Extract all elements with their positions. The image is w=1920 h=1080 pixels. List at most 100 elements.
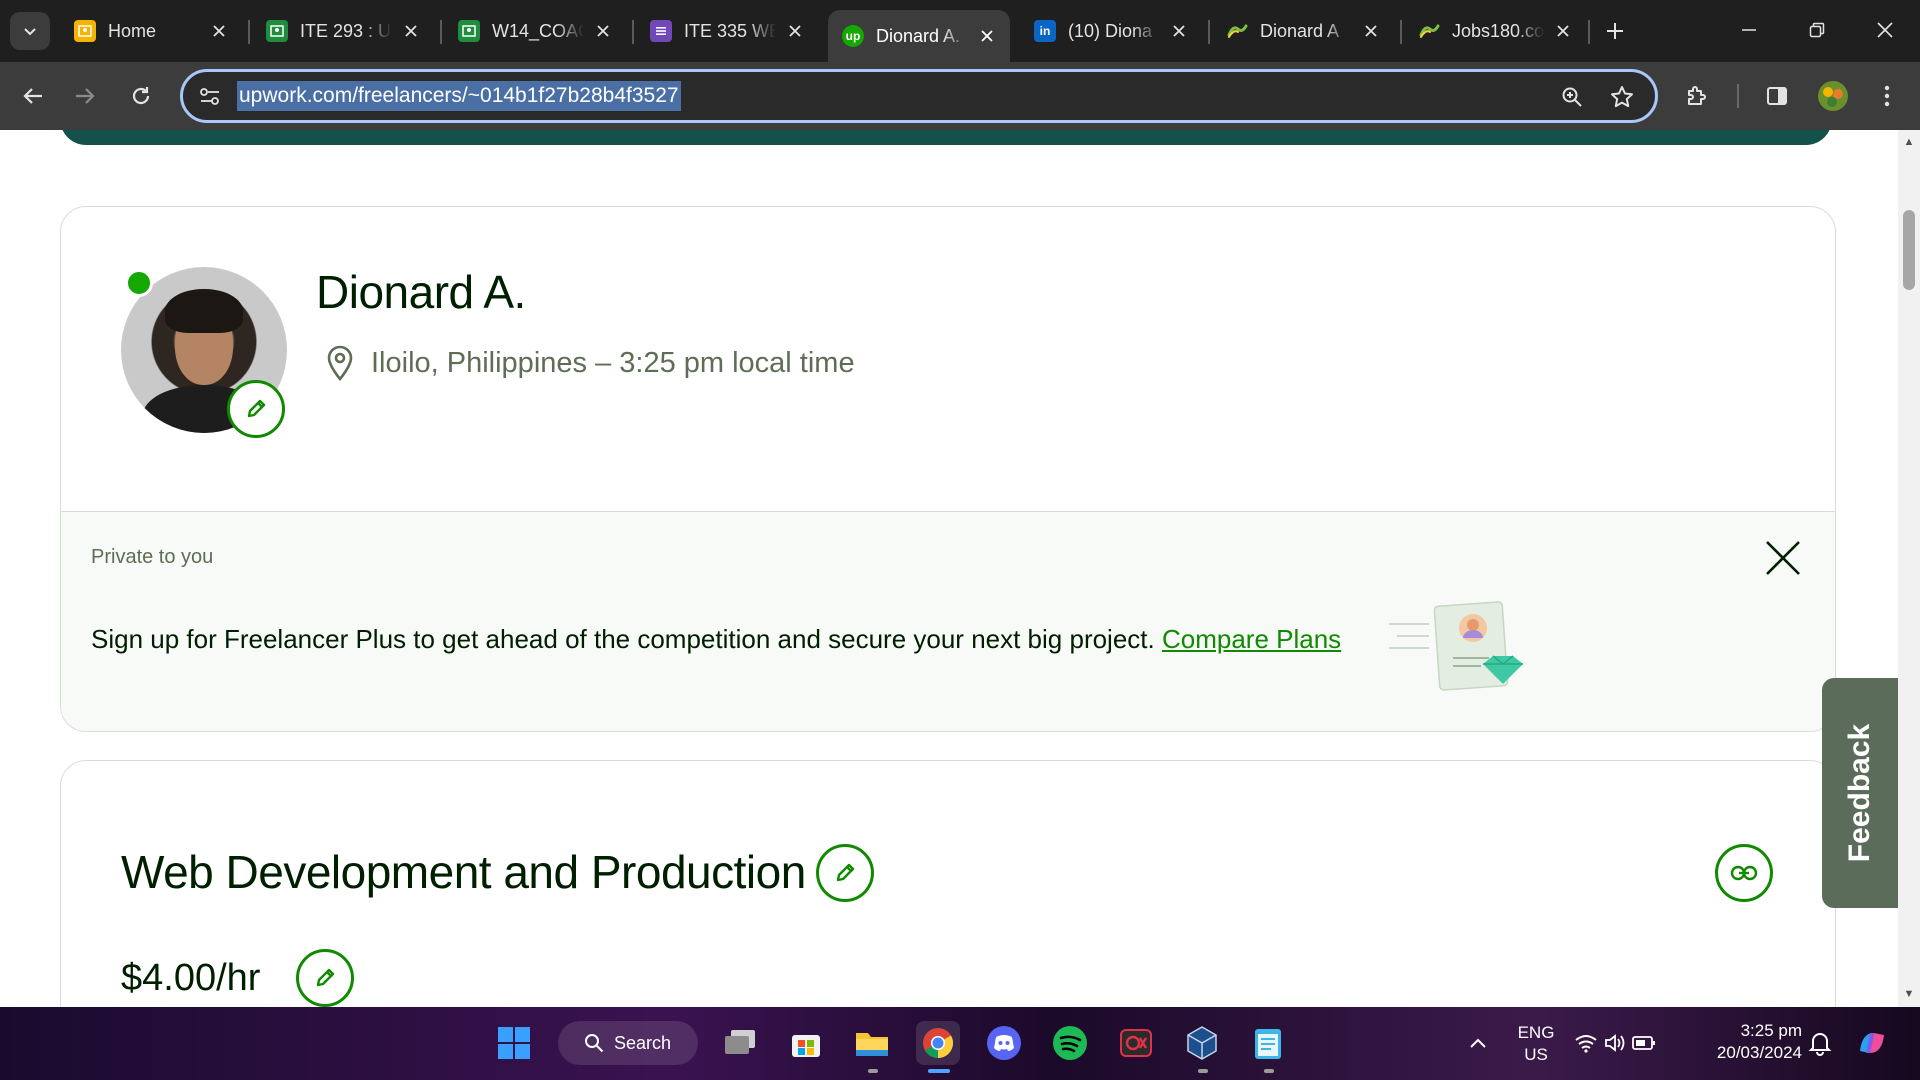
tab-divider — [1588, 20, 1590, 44]
tab-upwork-profile[interactable]: up Dionard A. — [828, 10, 1010, 62]
google-forms-icon — [650, 20, 672, 42]
close-tab-icon[interactable] — [592, 20, 614, 42]
close-tab-icon[interactable] — [1168, 20, 1190, 42]
tab-ite-335[interactable]: ITE 335 WE — [636, 10, 818, 52]
address-bar[interactable]: upwork.com/freelancers/~014b1f27b28b4f35… — [180, 69, 1658, 123]
profile-name: Dionard A. — [316, 266, 526, 318]
language-code: ENG — [1517, 1023, 1555, 1042]
close-tab-icon[interactable] — [208, 20, 230, 42]
feedback-button[interactable]: Feedback — [1822, 678, 1898, 908]
taskbar-search[interactable]: Search — [558, 1021, 698, 1065]
tab-ite-293[interactable]: ITE 293 : U — [252, 10, 434, 52]
tab-title: Dionard A — [1260, 20, 1340, 41]
link-icon — [1730, 865, 1758, 881]
jobs-link-icon — [1226, 20, 1248, 42]
service-card: Web Development and Production $4.00/hr — [60, 760, 1836, 1007]
restore-button[interactable] — [1794, 10, 1840, 50]
close-tab-icon[interactable] — [1552, 20, 1574, 42]
url-text[interactable]: upwork.com/freelancers/~014b1f27b28b4f35… — [237, 81, 681, 111]
start-button[interactable] — [492, 1021, 536, 1065]
notifications-icon[interactable] — [1798, 1021, 1842, 1065]
screen-recorder-icon[interactable] — [1114, 1021, 1158, 1065]
edit-photo-button[interactable] — [227, 380, 285, 438]
top-banner — [60, 130, 1832, 145]
close-tab-icon[interactable] — [784, 20, 806, 42]
page-scrollbar[interactable]: ▲ ▼ — [1898, 130, 1920, 1007]
service-title: Web Development and Production — [121, 845, 806, 899]
arrow-right-icon — [76, 88, 95, 104]
private-label: Private to you — [91, 546, 214, 568]
close-tab-icon[interactable] — [976, 25, 998, 47]
edit-rate-button[interactable] — [296, 949, 354, 1007]
close-tab-icon[interactable] — [400, 20, 422, 42]
tab-search-button[interactable] — [10, 12, 50, 50]
copilot-icon[interactable] — [1850, 1021, 1894, 1065]
scroll-down-icon[interactable]: ▼ — [1903, 988, 1915, 1000]
copy-profile-link-button[interactable] — [1715, 844, 1773, 902]
tab-title: Jobs180.co — [1452, 20, 1544, 41]
scroll-up-icon[interactable]: ▲ — [1903, 136, 1915, 148]
extensions-button[interactable] — [1676, 75, 1718, 117]
tab-title: Dionard A. — [876, 25, 961, 46]
tab-w14-coac[interactable]: W14_COAC — [444, 10, 626, 52]
tab-title: ITE 335 WE — [684, 20, 776, 41]
microsoft-store-icon[interactable] — [784, 1021, 828, 1065]
language-indicator[interactable]: ENG US — [1508, 1022, 1564, 1066]
profile-avatar-button[interactable] — [1812, 75, 1854, 117]
tab-title: W14_COAC — [492, 20, 584, 41]
tab-linkedin[interactable]: in (10) Diona — [1020, 10, 1202, 52]
tab-divider — [632, 20, 634, 44]
virtualbox-icon[interactable] — [1180, 1021, 1224, 1065]
side-panel-button[interactable] — [1756, 75, 1798, 117]
chrome-taskbar-icon[interactable] — [916, 1021, 960, 1065]
minimize-button[interactable] — [1726, 10, 1772, 50]
tab-divider — [248, 20, 250, 44]
task-view-icon[interactable] — [718, 1021, 762, 1065]
running-indicator — [1264, 1069, 1274, 1073]
side-panel-icon — [1767, 87, 1787, 105]
active-app-indicator — [928, 1069, 950, 1073]
tab-strip: Home ITE 293 : U W14_COAC ITE 335 WE up … — [0, 0, 1920, 62]
plus-icon — [1607, 23, 1623, 39]
page-viewport: Dionard A. Iloilo, Philippines – 3:25 pm… — [0, 130, 1898, 1007]
clock[interactable]: 3:25 pm 20/03/2024 — [1690, 1020, 1802, 1064]
tab-divider — [440, 20, 442, 44]
profile-location: Iloilo, Philippines – 3:25 pm local time — [323, 343, 855, 383]
zoom-icon[interactable] — [1557, 82, 1587, 112]
volume-icon — [1605, 1034, 1625, 1052]
close-window-button[interactable] — [1862, 10, 1908, 50]
avatar — [1818, 81, 1848, 111]
tab-jobs180[interactable]: Jobs180.co — [1404, 10, 1586, 52]
browser-menu-button[interactable] — [1866, 75, 1908, 117]
spotify-icon[interactable] — [1048, 1021, 1092, 1065]
browser-toolbar: upwork.com/freelancers/~014b1f27b28b4f35… — [0, 62, 1920, 130]
dismiss-notice-button[interactable] — [1761, 536, 1805, 580]
reload-button[interactable] — [120, 75, 162, 117]
close-tab-icon[interactable] — [1360, 20, 1382, 42]
new-tab-button[interactable] — [1598, 14, 1632, 48]
discord-icon[interactable] — [982, 1021, 1026, 1065]
location-pin-icon — [323, 343, 357, 383]
tab-home[interactable]: Home — [60, 10, 242, 52]
tab-dionard-jobs[interactable]: Dionard A — [1212, 10, 1394, 52]
profile-card: Dionard A. Iloilo, Philippines – 3:25 pm… — [60, 206, 1836, 732]
google-classroom-icon — [458, 20, 480, 42]
compare-plans-link[interactable]: Compare Plans — [1162, 624, 1341, 654]
bookmark-star-icon[interactable] — [1607, 82, 1637, 112]
scrollbar-thumb[interactable] — [1903, 210, 1915, 290]
battery-icon — [1632, 1036, 1655, 1050]
show-hidden-icons-button[interactable] — [1456, 1021, 1500, 1065]
avatar-hair — [165, 289, 243, 333]
tab-title: ITE 293 : U — [300, 20, 392, 41]
forward-button[interactable] — [64, 75, 106, 117]
site-settings-icon[interactable] — [197, 84, 223, 110]
minimize-icon — [1742, 29, 1756, 31]
close-icon — [1766, 541, 1800, 575]
edit-service-title-button[interactable] — [816, 844, 874, 902]
chevron-down-icon — [24, 28, 36, 36]
notepad-icon[interactable] — [1246, 1021, 1290, 1065]
pencil-icon — [316, 968, 335, 987]
file-explorer-icon[interactable] — [850, 1021, 894, 1065]
quick-settings-button[interactable] — [1570, 1021, 1660, 1065]
back-button[interactable] — [12, 75, 54, 117]
